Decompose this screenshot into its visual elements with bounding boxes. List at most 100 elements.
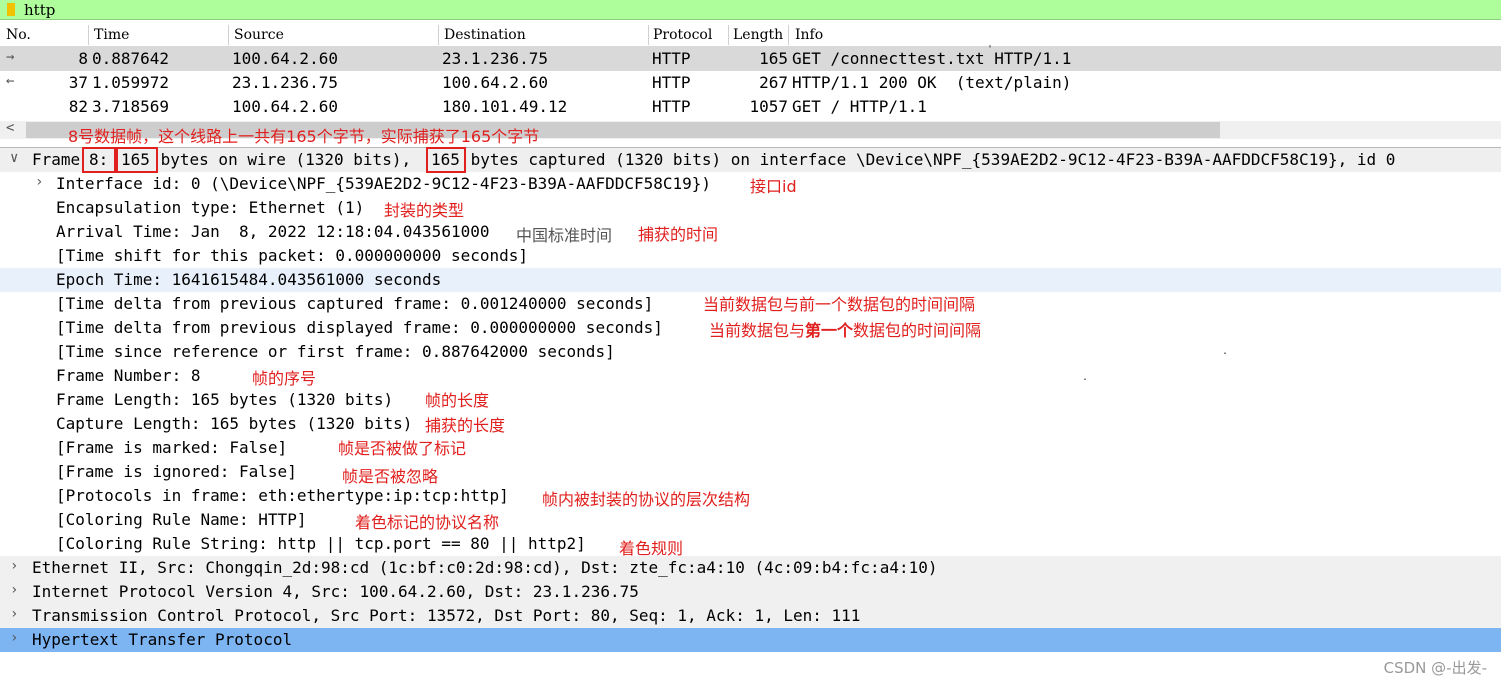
annotation-protocols: 帧内被封装的协议的层次结构 bbox=[542, 490, 751, 509]
annotation-part: 当前数据包与 bbox=[709, 321, 806, 340]
detail-item[interactable]: [Coloring Rule Name: HTTP] bbox=[0, 508, 1501, 532]
annotation-bold-part: 第一个 bbox=[805, 321, 854, 340]
column-source[interactable]: Source bbox=[234, 27, 284, 43]
packet-time: 1.059972 bbox=[92, 73, 170, 92]
stray-dot: . bbox=[1082, 372, 1089, 383]
packet-info: HTTP/1.1 200 OK (text/plain) bbox=[792, 73, 1072, 92]
response-arrow-icon: ← bbox=[6, 73, 15, 89]
time-since-reference: [Time since reference or first frame: 0.… bbox=[56, 342, 615, 361]
annotation-frame-summary: 8号数据帧，这个线路上一共有165个字节，实际捕获了165个字节 bbox=[68, 127, 540, 146]
column-destination[interactable]: Destination bbox=[444, 27, 526, 43]
highlight-wire-length bbox=[116, 147, 158, 173]
detail-item[interactable]: [Time shift for this packet: 0.000000000… bbox=[0, 244, 1501, 268]
packet-details: ∨ Frame 8: 165 bytes on wire (1320 bits)… bbox=[0, 147, 1501, 687]
chevron-right-icon[interactable]: › bbox=[10, 582, 18, 598]
annotation-delta-displayed: 当前数据包与第一个数据包的时间间隔 bbox=[709, 317, 981, 341]
annotation-coloring-name: 着色标记的协议名称 bbox=[355, 513, 500, 532]
delta-captured: [Time delta from previous captured frame… bbox=[56, 294, 654, 313]
detail-item[interactable]: [Coloring Rule String: http || tcp.port … bbox=[0, 532, 1501, 556]
arrival-time: Arrival Time: Jan 8, 2022 12:18:04.04356… bbox=[56, 222, 490, 241]
packet-destination: 100.64.2.60 bbox=[442, 73, 548, 92]
ethernet-summary: Ethernet II, Src: Chongqin_2d:98:cd (1c:… bbox=[32, 558, 938, 577]
scroll-left-icon[interactable]: < bbox=[6, 120, 14, 136]
chevron-right-icon[interactable]: › bbox=[35, 174, 43, 190]
detail-item[interactable]: [Frame is marked: False] bbox=[0, 436, 1501, 460]
epoch-time: Epoch Time: 1641615484.043561000 seconds bbox=[56, 270, 442, 289]
detail-item[interactable]: Epoch Time: 1641615484.043561000 seconds bbox=[0, 268, 1501, 292]
chevron-right-icon[interactable]: › bbox=[10, 558, 18, 574]
packet-list-header: No. Time Source Destination Protocol Len… bbox=[0, 23, 1501, 47]
watermark: CSDN @-出发- bbox=[1383, 659, 1487, 677]
stray-dot: . bbox=[1222, 346, 1229, 357]
annotation-interface: 接口id bbox=[750, 177, 797, 196]
ethernet-tree-item[interactable]: › Ethernet II, Src: Chongqin_2d:98:cd (1… bbox=[0, 556, 1501, 580]
tcp-tree-item[interactable]: › Transmission Control Protocol, Src Por… bbox=[0, 604, 1501, 628]
packet-info: GET /connecttest.txt HTTP/1.1 bbox=[792, 49, 1072, 68]
packet-protocol: HTTP bbox=[652, 97, 691, 116]
display-filter-input[interactable]: http bbox=[24, 1, 55, 19]
frame-summary-rest: bytes captured (1320 bits) on interface … bbox=[461, 150, 1396, 169]
frame-length: Frame Length: 165 bytes (1320 bits) bbox=[56, 390, 394, 409]
packet-no: 8 bbox=[78, 49, 88, 68]
detail-item[interactable]: Frame Length: 165 bytes (1320 bits) bbox=[0, 388, 1501, 412]
packet-row[interactable]: ← 37 1.059972 23.1.236.75 100.64.2.60 HT… bbox=[0, 71, 1501, 95]
encapsulation-type: Encapsulation type: Ethernet (1) bbox=[56, 198, 365, 217]
column-length[interactable]: Length bbox=[733, 27, 783, 43]
annotation-delta-captured: 当前数据包与前一个数据包的时间间隔 bbox=[703, 295, 976, 314]
packet-length: 1057 bbox=[749, 97, 788, 116]
protocols-in-frame: [Protocols in frame: eth:ethertype:ip:tc… bbox=[56, 486, 509, 505]
tcp-summary: Transmission Control Protocol, Src Port:… bbox=[32, 606, 861, 625]
packet-time: 3.718569 bbox=[92, 97, 170, 116]
packet-protocol: HTTP bbox=[652, 73, 691, 92]
annotation-encapsulation: 封装的类型 bbox=[384, 201, 465, 220]
highlight-frame-number bbox=[82, 147, 116, 173]
packet-row[interactable]: → 8 0.887642 100.64.2.60 23.1.236.75 HTT… bbox=[0, 47, 1501, 71]
column-info[interactable]: Info bbox=[795, 27, 823, 43]
annotation-coloring-string: 着色规则 bbox=[619, 539, 684, 558]
coloring-rule-string: [Coloring Rule String: http || tcp.port … bbox=[56, 534, 586, 553]
frame-tree-item[interactable]: ∨ Frame 8: 165 bytes on wire (1320 bits)… bbox=[0, 148, 1501, 172]
packet-list: No. Time Source Destination Protocol Len… bbox=[0, 23, 1501, 121]
frame-marked: [Frame is marked: False] bbox=[56, 438, 288, 457]
bookmark-icon[interactable] bbox=[7, 3, 15, 16]
annotation-marked: 帧是否被做了标记 bbox=[338, 439, 467, 458]
arrival-timezone: 中国标准时间 bbox=[516, 226, 613, 245]
packet-no: 37 bbox=[68, 73, 88, 92]
delta-displayed: [Time delta from previous displayed fram… bbox=[56, 318, 663, 337]
packet-info: GET / HTTP/1.1 bbox=[792, 97, 927, 116]
packet-time: 0.887642 bbox=[92, 49, 170, 68]
detail-item[interactable]: [Frame is ignored: False] bbox=[0, 460, 1501, 484]
frame-ignored: [Frame is ignored: False] bbox=[56, 462, 297, 481]
column-protocol[interactable]: Protocol bbox=[653, 27, 712, 43]
packet-destination: 23.1.236.75 bbox=[442, 49, 548, 68]
stray-dot: ' bbox=[987, 44, 994, 55]
detail-item[interactable]: Arrival Time: Jan 8, 2022 12:18:04.04356… bbox=[0, 220, 1501, 245]
chevron-right-icon[interactable]: › bbox=[10, 606, 18, 622]
display-filter-bar[interactable]: http bbox=[0, 0, 1501, 20]
annotation-ignored: 帧是否被忽略 bbox=[342, 467, 439, 486]
detail-item[interactable]: Encapsulation type: Ethernet (1) bbox=[0, 196, 1501, 220]
detail-item[interactable]: Frame Number: 8 bbox=[0, 364, 1501, 388]
packet-source: 100.64.2.60 bbox=[232, 97, 338, 116]
packet-no: 82 bbox=[68, 97, 88, 116]
annotation-arrival: 捕获的时间 bbox=[638, 225, 719, 244]
column-time[interactable]: Time bbox=[94, 27, 129, 43]
detail-item[interactable]: [Protocols in frame: eth:ethertype:ip:tc… bbox=[0, 484, 1501, 508]
http-summary: Hypertext Transfer Protocol bbox=[32, 630, 293, 649]
chevron-down-icon[interactable]: ∨ bbox=[10, 150, 18, 166]
packet-row[interactable]: 82 3.718569 100.64.2.60 180.101.49.12 HT… bbox=[0, 95, 1501, 119]
ip-tree-item[interactable]: › Internet Protocol Version 4, Src: 100.… bbox=[0, 580, 1501, 604]
packet-destination: 180.101.49.12 bbox=[442, 97, 568, 116]
request-arrow-icon: → bbox=[6, 49, 15, 65]
http-tree-item[interactable]: › Hypertext Transfer Protocol bbox=[0, 628, 1501, 652]
detail-item[interactable]: Capture Length: 165 bytes (1320 bits) bbox=[0, 412, 1501, 436]
highlight-captured-length bbox=[426, 147, 466, 173]
packet-source: 100.64.2.60 bbox=[232, 49, 338, 68]
detail-item[interactable]: [Time since reference or first frame: 0.… bbox=[0, 340, 1501, 364]
time-shift: [Time shift for this packet: 0.000000000… bbox=[56, 246, 529, 265]
packet-length: 267 bbox=[759, 73, 788, 92]
frame-number: Frame Number: 8 bbox=[56, 366, 201, 385]
column-no[interactable]: No. bbox=[6, 27, 31, 43]
chevron-right-icon[interactable]: › bbox=[10, 630, 18, 646]
coloring-rule-name: [Coloring Rule Name: HTTP] bbox=[56, 510, 307, 529]
